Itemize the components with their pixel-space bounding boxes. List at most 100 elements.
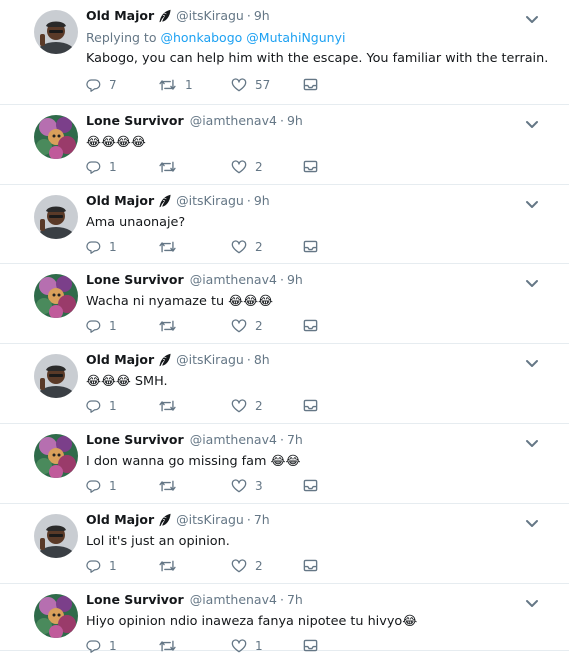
author-name[interactable]: Old Major — [86, 8, 154, 23]
direct-message-icon — [303, 78, 318, 91]
author-handle[interactable]: @itsKiragu — [176, 512, 244, 527]
timestamp[interactable]: 9h — [254, 193, 270, 208]
avatar[interactable] — [34, 274, 78, 318]
author-name[interactable]: Old Major — [86, 512, 154, 527]
chevron-down-icon[interactable] — [525, 115, 539, 128]
chevron-down-icon[interactable] — [525, 195, 539, 208]
direct-message-icon — [303, 240, 318, 253]
chevron-down-icon[interactable] — [525, 594, 539, 607]
chevron-down-icon[interactable] — [525, 10, 539, 23]
direct-message-button[interactable] — [303, 399, 318, 412]
tweet[interactable]: Old Major @itsKiragu · 8h 😂😂😂 SMH. 1 2 — [0, 344, 569, 424]
timestamp[interactable]: 7h — [287, 432, 303, 447]
like-button[interactable]: 2 — [231, 240, 263, 254]
chevron-down-icon[interactable] — [525, 354, 539, 367]
like-button[interactable]: 2 — [231, 559, 263, 573]
author-handle[interactable]: @itsKiragu — [176, 8, 244, 23]
retweet-icon — [158, 319, 177, 333]
like-count: 2 — [255, 160, 263, 174]
reply-button[interactable]: 1 — [86, 479, 117, 493]
chevron-down-icon[interactable] — [525, 514, 539, 527]
separator: · — [279, 432, 284, 447]
timestamp[interactable]: 8h — [254, 352, 270, 367]
avatar[interactable] — [34, 434, 78, 478]
direct-message-button[interactable] — [303, 479, 318, 492]
tweet[interactable]: Old Major @itsKiragu · 9h Replying to @honka… — [0, 0, 569, 105]
retweet-button[interactable] — [158, 240, 185, 254]
direct-message-button[interactable] — [303, 639, 318, 652]
author-handle[interactable]: @itsKiragu — [176, 193, 244, 208]
author-handle[interactable]: @iamthenav4 — [190, 432, 277, 447]
direct-message-button[interactable] — [303, 78, 318, 91]
tweet[interactable]: Old Major @itsKiragu · 7h Lol it's just an o… — [0, 504, 569, 584]
heart-icon — [231, 319, 247, 333]
reply-button[interactable]: 1 — [86, 160, 117, 174]
reply-button[interactable]: 1 — [86, 240, 117, 254]
avatar[interactable] — [34, 115, 78, 159]
direct-message-button[interactable] — [303, 319, 318, 332]
like-button[interactable]: 57 — [231, 78, 270, 92]
reply-button[interactable]: 1 — [86, 399, 117, 413]
retweet-button[interactable] — [158, 559, 185, 573]
reply-icon — [86, 78, 101, 92]
author-name[interactable]: Lone Survivor — [86, 592, 184, 607]
author-handle[interactable]: @iamthenav4 — [190, 592, 277, 607]
direct-message-button[interactable] — [303, 559, 318, 572]
replying-to: Replying to @honkabogo @MutahiNgunyi — [86, 30, 345, 45]
tweet[interactable]: Lone Survivor @iamthenav4 · 7h Hiyo opinion … — [0, 584, 569, 653]
like-button[interactable]: 2 — [231, 160, 263, 174]
retweet-icon — [158, 240, 177, 254]
direct-message-button[interactable] — [303, 240, 318, 253]
timestamp[interactable]: 7h — [254, 512, 270, 527]
tweet-text: Kabogo, you can help him with the escape… — [86, 51, 549, 66]
heart-icon — [231, 559, 247, 573]
chevron-down-icon[interactable] — [525, 434, 539, 447]
tweet[interactable]: Lone Survivor @iamthenav4 · 7h I don wanna g… — [0, 424, 569, 504]
retweet-button[interactable] — [158, 399, 185, 413]
timestamp[interactable]: 9h — [287, 272, 303, 287]
retweet-button[interactable] — [158, 319, 185, 333]
author-name[interactable]: Lone Survivor — [86, 113, 184, 128]
reply-button[interactable]: 1 — [86, 559, 117, 573]
reply-icon — [86, 240, 101, 254]
retweet-button[interactable] — [158, 479, 185, 493]
mention-link[interactable]: @MutahiNgunyi — [246, 30, 345, 45]
retweet-button[interactable]: 1 — [158, 78, 193, 92]
tweet[interactable]: Lone Survivor @iamthenav4 · 9h 😂😂😂😂 1 2 — [0, 105, 569, 185]
author-handle[interactable]: @iamthenav4 — [190, 113, 277, 128]
avatar[interactable] — [34, 354, 78, 398]
author-handle[interactable]: @iamthenav4 — [190, 272, 277, 287]
reply-icon — [86, 479, 101, 493]
author-name[interactable]: Old Major — [86, 193, 154, 208]
reply-count: 1 — [109, 240, 117, 254]
retweet-icon — [158, 559, 177, 573]
like-count: 2 — [255, 319, 263, 333]
timestamp[interactable]: 9h — [287, 113, 303, 128]
retweet-button[interactable] — [158, 160, 185, 174]
avatar[interactable] — [34, 10, 78, 54]
avatar[interactable] — [34, 195, 78, 239]
avatar[interactable] — [34, 514, 78, 558]
tweet[interactable]: Old Major @itsKiragu · 9h Ama unaonaje? 1 2 — [0, 185, 569, 264]
reply-button[interactable]: 1 — [86, 319, 117, 333]
timestamp[interactable]: 7h — [287, 592, 303, 607]
reply-button[interactable]: 7 — [86, 78, 117, 92]
mention-link[interactable]: @honkabogo — [160, 30, 242, 45]
timestamp[interactable]: 9h — [254, 8, 270, 23]
retweet-icon — [158, 78, 177, 92]
author-name[interactable]: Lone Survivor — [86, 432, 184, 447]
author-handle[interactable]: @itsKiragu — [176, 352, 244, 367]
direct-message-button[interactable] — [303, 160, 318, 173]
author-name[interactable]: Lone Survivor — [86, 272, 184, 287]
tweet[interactable]: Lone Survivor @iamthenav4 · 9h Wacha ni nyam… — [0, 264, 569, 344]
like-button[interactable]: 2 — [231, 319, 263, 333]
like-button[interactable]: 2 — [231, 399, 263, 413]
author-name[interactable]: Old Major — [86, 352, 154, 367]
avatar[interactable] — [34, 594, 78, 638]
reply-count: 7 — [109, 78, 117, 92]
tweet-text: Wacha ni nyamaze tu 😂😂😂 — [86, 294, 274, 309]
chevron-down-icon[interactable] — [525, 274, 539, 287]
like-button[interactable]: 3 — [231, 479, 263, 493]
reply-count: 1 — [109, 399, 117, 413]
separator: · — [246, 8, 251, 23]
